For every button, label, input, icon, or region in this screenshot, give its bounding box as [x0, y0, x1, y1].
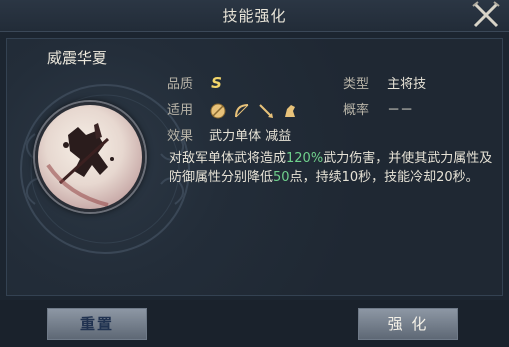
effect-row: 效果 武力单体 减益 — [167, 125, 291, 144]
desc-number: 50 — [273, 170, 290, 185]
suit-row: 适用 — [167, 99, 299, 120]
type-label: 类型 — [343, 77, 370, 92]
page-title: 技能强化 — [222, 7, 287, 25]
skill-description: 对敌军单体武将造成120%武力伤害，并使其武力属性及防御属性分别降低50点，持续… — [169, 149, 499, 187]
quality-value: S — [211, 74, 222, 92]
shield-icon — [209, 102, 227, 120]
skill-panel: 威震华夏 品质 S 类型 主将技 适用 概率 －－ 效果 武力单体 减益 对敌军… — [6, 38, 503, 296]
cavalry-icon — [281, 102, 299, 120]
close-button[interactable] — [469, 0, 503, 30]
title-bar: 技能强化 — [0, 0, 509, 32]
desc-text-3: 点，持续10秒，技能冷却20秒。 — [289, 170, 479, 185]
rate-row: 概率 －－ — [343, 99, 413, 118]
spear-icon — [257, 102, 275, 120]
type-value: 主将技 — [387, 77, 427, 92]
quality-row: 品质 S — [167, 73, 222, 92]
rate-value: －－ — [387, 103, 414, 118]
type-row: 类型 主将技 — [343, 73, 426, 92]
warrior-silhouette-icon — [46, 123, 114, 207]
skill-name: 威震华夏 — [47, 49, 108, 67]
rate-label: 概率 — [343, 103, 370, 118]
desc-percent: 120% — [286, 151, 324, 166]
skill-portrait — [35, 102, 145, 212]
enhance-button[interactable]: 强 化 — [358, 308, 458, 340]
effect-tags: 武力单体 减益 — [209, 129, 292, 144]
crossed-swords-close-icon — [472, 1, 500, 28]
reset-button[interactable]: 重置 — [47, 308, 147, 340]
suit-label: 适用 — [167, 103, 194, 118]
bow-icon — [233, 102, 251, 120]
effect-label: 效果 — [167, 129, 194, 144]
quality-label: 品质 — [167, 77, 194, 92]
desc-text-1: 对敌军单体武将造成 — [169, 151, 287, 166]
